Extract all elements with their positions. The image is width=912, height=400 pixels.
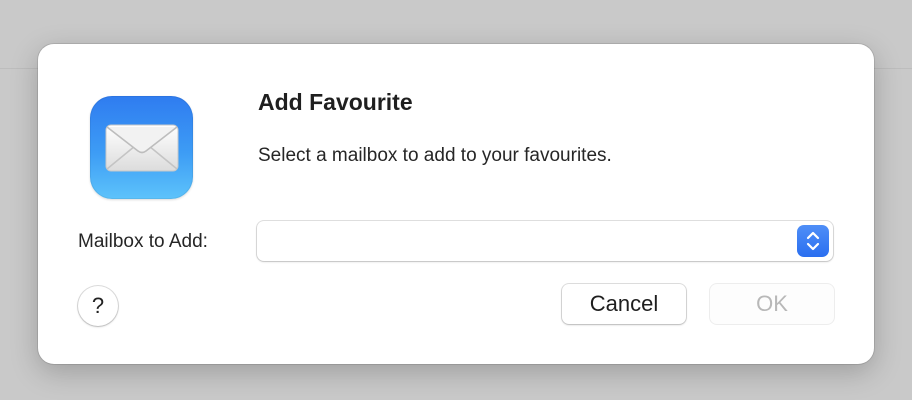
mailbox-to-add-label: Mailbox to Add: [78,231,208,252]
up-down-chevron-icon[interactable] [797,225,829,257]
mailbox-popup-button[interactable] [257,221,833,261]
dialog-message: Select a mailbox to add to your favourit… [258,145,612,166]
mail-app-icon [90,96,193,199]
envelope-icon [105,124,179,172]
dialog-title: Add Favourite [258,89,413,115]
cancel-button[interactable]: Cancel [562,284,686,324]
help-button[interactable]: ? [78,286,118,326]
add-favourite-dialog: Add Favourite Select a mailbox to add to… [38,44,874,364]
ok-button[interactable]: OK [710,284,834,324]
